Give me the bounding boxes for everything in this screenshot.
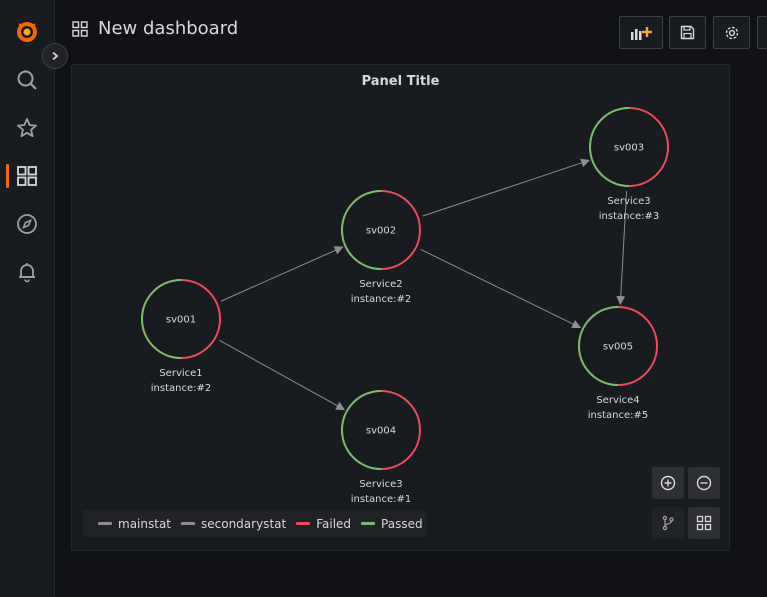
edge-sv003-sv005[interactable] — [616, 190, 628, 306]
edge-sv001-sv004[interactable] — [219, 339, 346, 411]
legend-item-passed[interactable]: Passed — [361, 517, 423, 531]
legend-item-failed[interactable]: Failed — [296, 517, 351, 531]
more-button[interactable] — [757, 16, 767, 49]
node-subtitle-label: instance:#5 — [588, 410, 648, 421]
dashboard-title[interactable]: New dashboard — [98, 18, 238, 39]
node-title-label: Service2 — [359, 279, 402, 290]
gear-icon — [725, 26, 738, 39]
node-subtitle-label: instance:#3 — [599, 211, 659, 222]
node-title-label: Service3 — [359, 479, 402, 490]
dashboard-grid-icon — [72, 20, 88, 37]
node-subtitle-label: instance:#2 — [351, 294, 411, 305]
chevron-right-icon — [52, 51, 59, 61]
node-sv001[interactable]: sv001 Service1 instance:#2 — [141, 279, 221, 394]
node-id-label: sv002 — [366, 226, 396, 237]
graph-legend: mainstat secondarystat Failed Passed — [83, 510, 426, 537]
grid-layout-button[interactable] — [688, 507, 720, 539]
node-id-label: sv003 — [614, 143, 644, 154]
node-sv005[interactable]: sv005 Service4 instance:#5 — [578, 306, 658, 421]
legend-swatch — [361, 522, 376, 525]
sidebar — [0, 0, 55, 597]
node-sv003[interactable]: sv003 Service3 instance:#3 — [589, 107, 669, 222]
dashboards-icon[interactable] — [0, 156, 54, 196]
legend-label: Passed — [381, 516, 423, 531]
node-subtitle-label: instance:#2 — [151, 383, 211, 394]
add-panel-icon — [631, 26, 652, 40]
zoom-in-button[interactable] — [652, 467, 684, 499]
node-id-label: sv001 — [166, 315, 196, 326]
edge-sv002-sv005[interactable] — [420, 248, 582, 329]
save-icon — [680, 25, 695, 40]
node-title-label: Service4 — [596, 395, 639, 406]
node-graph-panel: Panel Title sv001 Service1 instance:#2 sv00… — [71, 64, 730, 551]
branch-icon — [662, 515, 674, 531]
expand-sidebar-button[interactable] — [42, 43, 68, 69]
node-subtitle-label: instance:#1 — [351, 494, 411, 505]
edge-sv002-sv003[interactable] — [422, 158, 591, 217]
zoom-out-icon — [696, 475, 712, 491]
edge-sv001-sv002[interactable] — [220, 246, 344, 302]
graph-layout-button[interactable] — [652, 507, 684, 539]
alerting-bell-icon[interactable] — [0, 252, 54, 292]
active-indicator — [6, 164, 9, 188]
add-panel-button[interactable] — [619, 16, 663, 49]
legend-label: Failed — [316, 516, 352, 531]
node-title-label: Service1 — [159, 368, 202, 379]
dashboard-settings-button[interactable] — [713, 16, 750, 49]
zoom-out-button[interactable] — [688, 467, 720, 499]
legend-label: mainstat — [118, 516, 171, 531]
legend-item-secondarystat[interactable]: secondarystat — [181, 517, 286, 531]
save-dashboard-button[interactable] — [669, 16, 706, 49]
page-title: New dashboard — [72, 18, 238, 39]
legend-item-mainstat[interactable]: mainstat — [98, 517, 171, 531]
node-sv004[interactable]: sv004 Service3 instance:#1 — [341, 390, 421, 505]
starred-icon[interactable] — [0, 108, 54, 148]
node-sv002[interactable]: sv002 Service2 instance:#2 — [341, 190, 421, 305]
node-id-label: sv004 — [366, 426, 396, 437]
zoom-in-icon — [660, 475, 676, 491]
legend-swatch — [296, 522, 311, 525]
node-id-label: sv005 — [603, 342, 633, 353]
legend-swatch — [98, 522, 112, 525]
node-title-label: Service3 — [607, 196, 650, 207]
node-graph: sv001 Service1 instance:#2 sv002 Service2 ins… — [141, 107, 669, 505]
legend-swatch — [181, 522, 195, 525]
grid-icon — [696, 515, 712, 531]
explore-compass-icon[interactable] — [0, 204, 54, 244]
legend-label: secondarystat — [201, 516, 287, 531]
